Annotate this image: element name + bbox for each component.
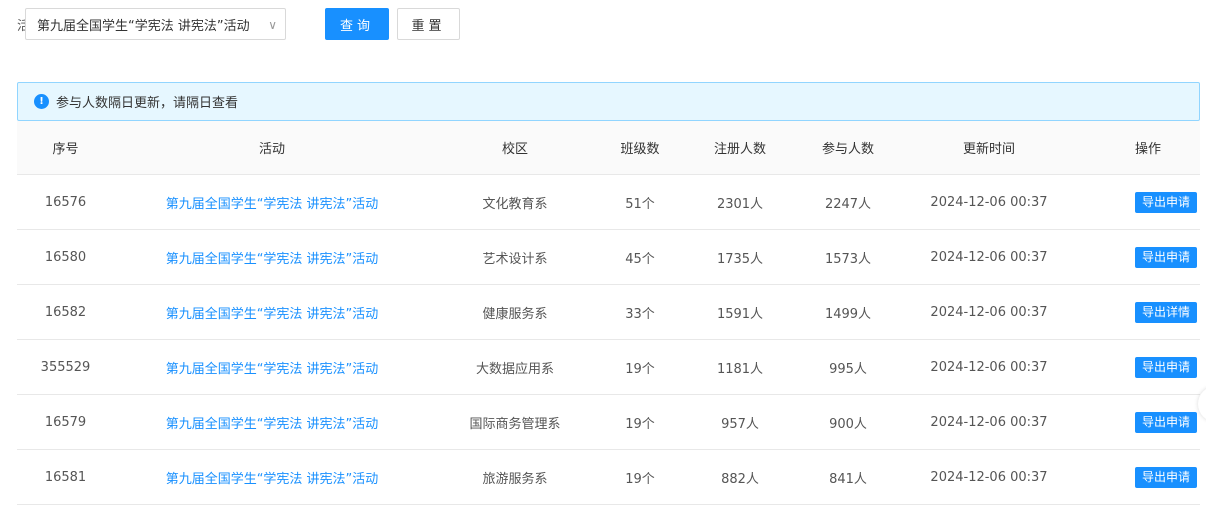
query-button[interactable]: 查询 [325, 8, 389, 40]
table-header: 序号 活动 校区 班级数 注册人数 参与人数 更新时间 操作 [17, 121, 1200, 175]
cell-classes: 51个 [625, 196, 655, 212]
table-row: 16581 第九届全国学生“学宪法 讲宪法”活动 旅游服务系 19个 882人 … [17, 450, 1200, 505]
cell-id: 16580 [44, 249, 87, 265]
export-button[interactable]: 导出申请 [1135, 191, 1198, 213]
cell-campus: 旅游服务系 [482, 471, 548, 487]
activity-link[interactable]: 第九届全国学生“学宪法 讲宪法”活动 [166, 362, 379, 377]
cell-classes: 33个 [625, 306, 655, 322]
cell-id: 16581 [44, 469, 87, 485]
export-button[interactable]: 导出申请 [1135, 466, 1198, 488]
reset-button[interactable]: 重置 [397, 8, 460, 40]
cell-updated: 2024-12-06 00:37 [930, 194, 1048, 210]
cell-campus: 健康服务系 [482, 306, 548, 322]
activity-link[interactable]: 第九届全国学生“学宪法 讲宪法”活动 [166, 472, 379, 487]
cell-campus: 文化教育系 [482, 196, 548, 212]
page: 活动 第九届全国学生“学宪法 讲宪法”活动 ∨ 查询 重置 ! 参与人数隔日更新… [0, 0, 1206, 520]
column-header: 班级数 [620, 142, 660, 157]
cell-updated: 2024-12-06 00:37 [930, 414, 1048, 430]
cell-id: 16576 [44, 194, 87, 210]
export-button[interactable]: 导出申请 [1135, 356, 1198, 378]
cell-participants: 900人 [829, 416, 867, 432]
column-header: 更新时间 [962, 142, 1015, 157]
cell-participants: 2247人 [824, 196, 872, 212]
activity-select-value: 第九届全国学生“学宪法 讲宪法”活动 [37, 18, 250, 34]
cell-participants: 995人 [829, 361, 867, 377]
column-header: 活动 [258, 142, 285, 157]
column-header: 参与人数 [821, 142, 874, 157]
activity-select[interactable]: 第九届全国学生“学宪法 讲宪法”活动 ∨ [25, 8, 286, 40]
activity-link[interactable]: 第九届全国学生“学宪法 讲宪法”活动 [166, 252, 379, 267]
table-row: 16580 第九届全国学生“学宪法 讲宪法”活动 艺术设计系 45个 1735人… [17, 230, 1200, 285]
export-button[interactable]: 导出申请 [1135, 411, 1198, 433]
cell-id: 355529 [40, 359, 91, 375]
cell-campus: 艺术设计系 [482, 251, 548, 267]
cell-registered: 1181人 [716, 361, 764, 377]
column-header: 校区 [501, 142, 528, 157]
table-row: 355529 第九届全国学生“学宪法 讲宪法”活动 大数据应用系 19个 118… [17, 340, 1200, 395]
cell-id: 16579 [44, 414, 87, 430]
info-icon: ! [34, 94, 49, 109]
chevron-down-icon: ∨ [268, 18, 277, 32]
column-header: 序号 [52, 142, 79, 157]
cell-classes: 19个 [625, 361, 655, 377]
cell-registered: 2301人 [716, 196, 764, 212]
cell-registered: 882人 [721, 471, 759, 487]
info-alert: ! 参与人数隔日更新，请隔日查看 [17, 82, 1200, 121]
export-button[interactable]: 导出详情 [1135, 301, 1198, 323]
cell-classes: 19个 [625, 416, 655, 432]
activity-link[interactable]: 第九届全国学生“学宪法 讲宪法”活动 [166, 307, 379, 322]
cell-participants: 1499人 [824, 306, 872, 322]
data-table: 序号 活动 校区 班级数 注册人数 参与人数 更新时间 操作 16576 第九届… [17, 121, 1200, 505]
cell-campus: 国际商务管理系 [469, 416, 561, 432]
cell-updated: 2024-12-06 00:37 [930, 304, 1048, 320]
cell-classes: 19个 [625, 471, 655, 487]
cell-campus: 大数据应用系 [475, 361, 554, 377]
cell-updated: 2024-12-06 00:37 [930, 249, 1048, 265]
activity-link[interactable]: 第九届全国学生“学宪法 讲宪法”活动 [166, 197, 379, 212]
cell-id: 16582 [44, 304, 87, 320]
activity-link[interactable]: 第九届全国学生“学宪法 讲宪法”活动 [166, 417, 379, 432]
table-row: 16579 第九届全国学生“学宪法 讲宪法”活动 国际商务管理系 19个 957… [17, 395, 1200, 450]
cell-registered: 957人 [721, 416, 759, 432]
column-header: 注册人数 [713, 142, 766, 157]
export-button[interactable]: 导出申请 [1135, 246, 1198, 268]
table-row: 16582 第九届全国学生“学宪法 讲宪法”活动 健康服务系 33个 1591人… [17, 285, 1200, 340]
cell-registered: 1735人 [716, 251, 764, 267]
cell-participants: 841人 [829, 471, 867, 487]
cell-classes: 45个 [625, 251, 655, 267]
column-header: 操作 [1135, 142, 1162, 157]
cell-updated: 2024-12-06 00:37 [930, 469, 1048, 485]
cell-registered: 1591人 [716, 306, 764, 322]
cell-updated: 2024-12-06 00:37 [930, 359, 1048, 375]
table-row: 16576 第九届全国学生“学宪法 讲宪法”活动 文化教育系 51个 2301人… [17, 175, 1200, 230]
cell-participants: 1573人 [824, 251, 872, 267]
alert-text: 参与人数隔日更新，请隔日查看 [56, 96, 239, 111]
